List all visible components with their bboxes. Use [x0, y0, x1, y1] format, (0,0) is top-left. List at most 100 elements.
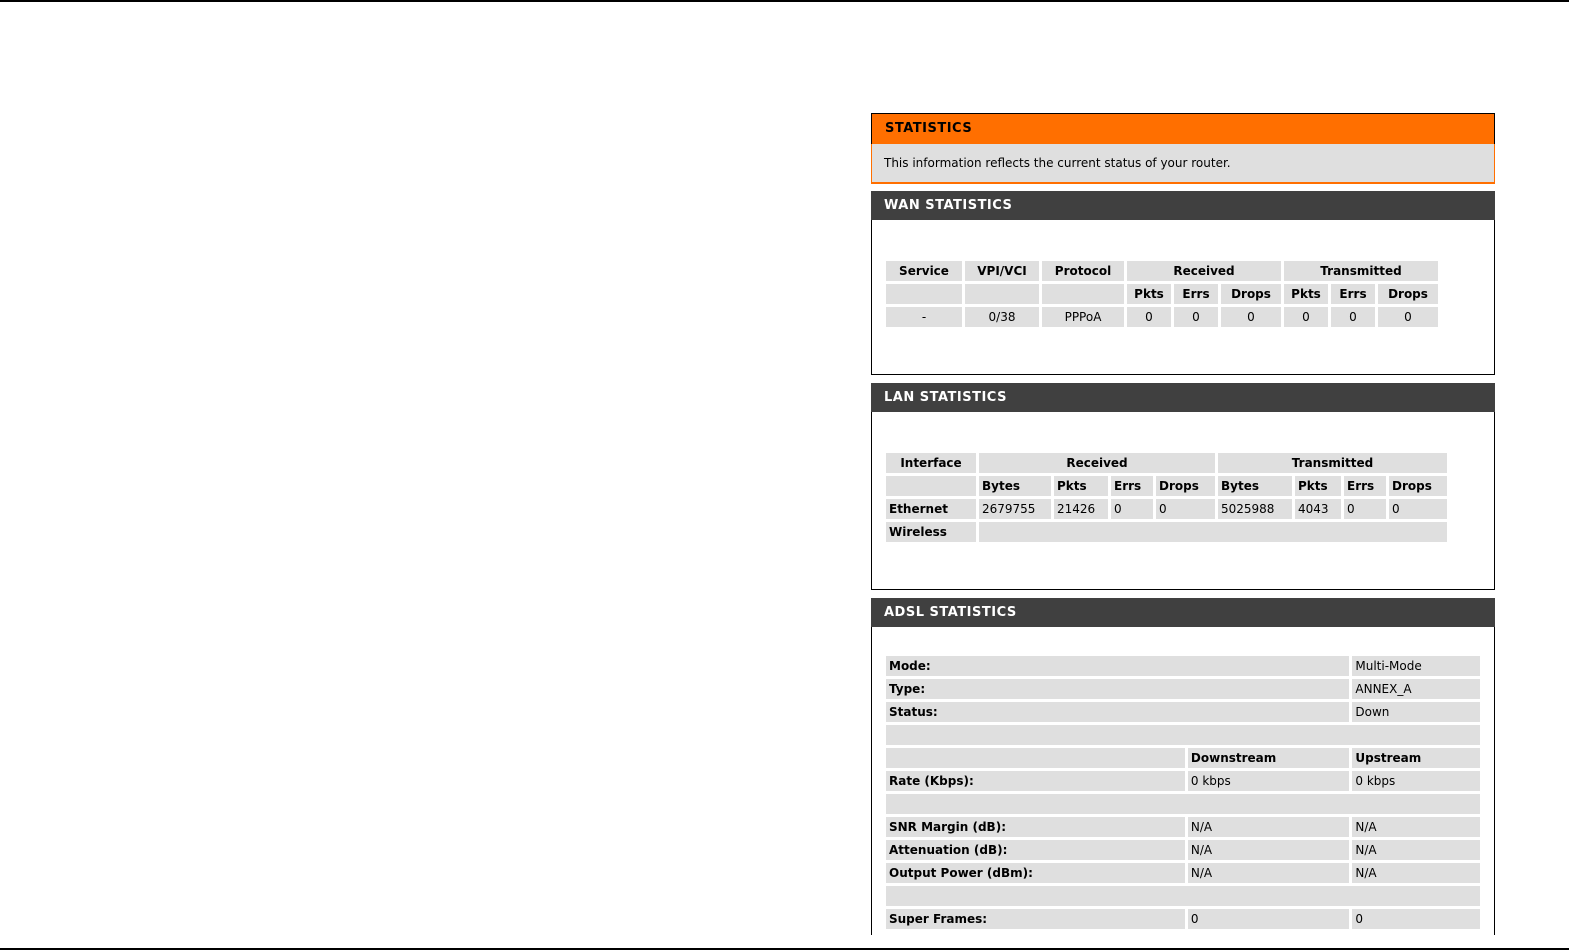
wan-header-service: Service [886, 261, 962, 281]
lan-cell: 4043 [1295, 499, 1341, 519]
lan-header-interface: Interface [886, 453, 976, 473]
lan-cell: 2679755 [979, 499, 1051, 519]
adsl-rate-up: 0 kbps [1352, 771, 1480, 791]
adsl-status-label: Status: [886, 702, 1350, 722]
wan-sub-rx-errs: Errs [1174, 284, 1218, 304]
lan-ethernet-label: Ethernet [886, 499, 976, 519]
table-row: Ethernet 2679755 21426 0 0 5025988 4043 … [886, 499, 1447, 519]
adsl-attenuation-label: Attenuation (dB): [886, 840, 1185, 860]
adsl-rate-label: Rate (Kbps): [886, 771, 1185, 791]
statistics-description: This information reflects the current st… [871, 144, 1495, 184]
table-row: Status: Down [886, 702, 1480, 722]
wan-statistics-section: WAN STATISTICS Service VPI/VCI Protocol … [871, 191, 1495, 375]
adsl-mode-label: Mode: [886, 656, 1350, 676]
table-row: - 0/38 PPPoA 0 0 0 0 0 0 [886, 307, 1438, 327]
wan-header-received: Received [1127, 261, 1281, 281]
lan-wireless-label: Wireless [886, 522, 976, 542]
bottom-rule [0, 948, 1569, 950]
table-row: Rate (Kbps): 0 kbps 0 kbps [886, 771, 1480, 791]
adsl-type-value: ANNEX_A [1352, 679, 1480, 699]
adsl-output-power-down: N/A [1187, 863, 1350, 883]
lan-wireless-empty [979, 522, 1447, 542]
adsl-snr-down: N/A [1187, 817, 1350, 837]
adsl-super-frames-label: Super Frames: [886, 909, 1185, 929]
wan-sub-tx-errs: Errs [1331, 284, 1375, 304]
table-row [886, 794, 1480, 814]
table-row [886, 725, 1480, 745]
adsl-snr-label: SNR Margin (dB): [886, 817, 1185, 837]
adsl-output-power-label: Output Power (dBm): [886, 863, 1185, 883]
lan-header-received: Received [979, 453, 1215, 473]
table-row: Mode: Multi-Mode [886, 656, 1480, 676]
wan-statistics-title: WAN STATISTICS [871, 191, 1495, 220]
lan-statistics-section: LAN STATISTICS Interface Received Transm… [871, 383, 1495, 590]
wan-header-protocol: Protocol [1042, 261, 1124, 281]
adsl-attenuation-up: N/A [1352, 840, 1480, 860]
wan-cell: 0 [1331, 307, 1375, 327]
adsl-statistics-table: Mode: Multi-Mode Type: ANNEX_A Status: D… [883, 653, 1483, 932]
wan-cell: 0 [1174, 307, 1218, 327]
lan-sub-tx-errs: Errs [1344, 476, 1386, 496]
table-row: Interface Received Transmitted [886, 453, 1447, 473]
adsl-downstream-header: Downstream [1187, 748, 1350, 768]
adsl-snr-up: N/A [1352, 817, 1480, 837]
table-row: Bytes Pkts Errs Drops Bytes Pkts Errs Dr… [886, 476, 1447, 496]
lan-header-transmitted: Transmitted [1218, 453, 1447, 473]
wan-header-transmitted: Transmitted [1284, 261, 1438, 281]
adsl-statistics-section: ADSL STATISTICS Mode: Multi-Mode Type: A… [871, 598, 1495, 935]
wan-cell: 0 [1221, 307, 1281, 327]
lan-sub-tx-pkts: Pkts [1295, 476, 1341, 496]
lan-cell: 0 [1111, 499, 1153, 519]
lan-statistics-table: Interface Received Transmitted Bytes Pkt… [883, 450, 1450, 545]
table-row: Downstream Upstream [886, 748, 1480, 768]
wan-cell: 0 [1378, 307, 1438, 327]
lan-sub-tx-drops: Drops [1389, 476, 1447, 496]
table-row: Type: ANNEX_A [886, 679, 1480, 699]
lan-cell: 21426 [1054, 499, 1108, 519]
spacer-row [886, 886, 1480, 906]
statistics-panel: STATISTICS This information reflects the… [871, 113, 1497, 935]
wan-sub-tx-pkts: Pkts [1284, 284, 1328, 304]
wan-sub-rx-drops: Drops [1221, 284, 1281, 304]
table-row: Wireless [886, 522, 1447, 542]
wan-cell: 0 [1284, 307, 1328, 327]
spacer-row [886, 794, 1480, 814]
adsl-status-value: Down [1352, 702, 1480, 722]
lan-cell: 5025988 [1218, 499, 1292, 519]
wan-cell: - [886, 307, 962, 327]
table-row: Output Power (dBm): N/A N/A [886, 863, 1480, 883]
wan-cell: 0 [1127, 307, 1171, 327]
lan-cell: 0 [1344, 499, 1386, 519]
wan-sub-rx-pkts: Pkts [1127, 284, 1171, 304]
wan-cell: PPPoA [1042, 307, 1124, 327]
lan-cell: 0 [1156, 499, 1215, 519]
table-row: Service VPI/VCI Protocol Received Transm… [886, 261, 1438, 281]
wan-cell: 0/38 [965, 307, 1039, 327]
top-rule [0, 0, 1569, 2]
adsl-type-label: Type: [886, 679, 1350, 699]
adsl-output-power-up: N/A [1352, 863, 1480, 883]
lan-sub-rx-bytes: Bytes [979, 476, 1051, 496]
lan-sub-rx-drops: Drops [1156, 476, 1215, 496]
adsl-super-frames-down: 0 [1187, 909, 1350, 929]
lan-sub-rx-errs: Errs [1111, 476, 1153, 496]
table-row: Pkts Errs Drops Pkts Errs Drops [886, 284, 1438, 304]
table-row: Super Frames: 0 0 [886, 909, 1480, 929]
adsl-super-frames-up: 0 [1352, 909, 1480, 929]
table-row: Attenuation (dB): N/A N/A [886, 840, 1480, 860]
adsl-rate-down: 0 kbps [1187, 771, 1350, 791]
adsl-statistics-title: ADSL STATISTICS [871, 598, 1495, 627]
statistics-section: STATISTICS This information reflects the… [871, 113, 1495, 184]
lan-cell: 0 [1389, 499, 1447, 519]
table-row [886, 886, 1480, 906]
lan-sub-rx-pkts: Pkts [1054, 476, 1108, 496]
lan-sub-tx-bytes: Bytes [1218, 476, 1292, 496]
wan-sub-tx-drops: Drops [1378, 284, 1438, 304]
wan-header-vpi-vci: VPI/VCI [965, 261, 1039, 281]
adsl-upstream-header: Upstream [1352, 748, 1480, 768]
wan-statistics-table: Service VPI/VCI Protocol Received Transm… [883, 258, 1441, 330]
lan-statistics-title: LAN STATISTICS [871, 383, 1495, 412]
spacer-row [886, 725, 1480, 745]
adsl-attenuation-down: N/A [1187, 840, 1350, 860]
table-row: SNR Margin (dB): N/A N/A [886, 817, 1480, 837]
